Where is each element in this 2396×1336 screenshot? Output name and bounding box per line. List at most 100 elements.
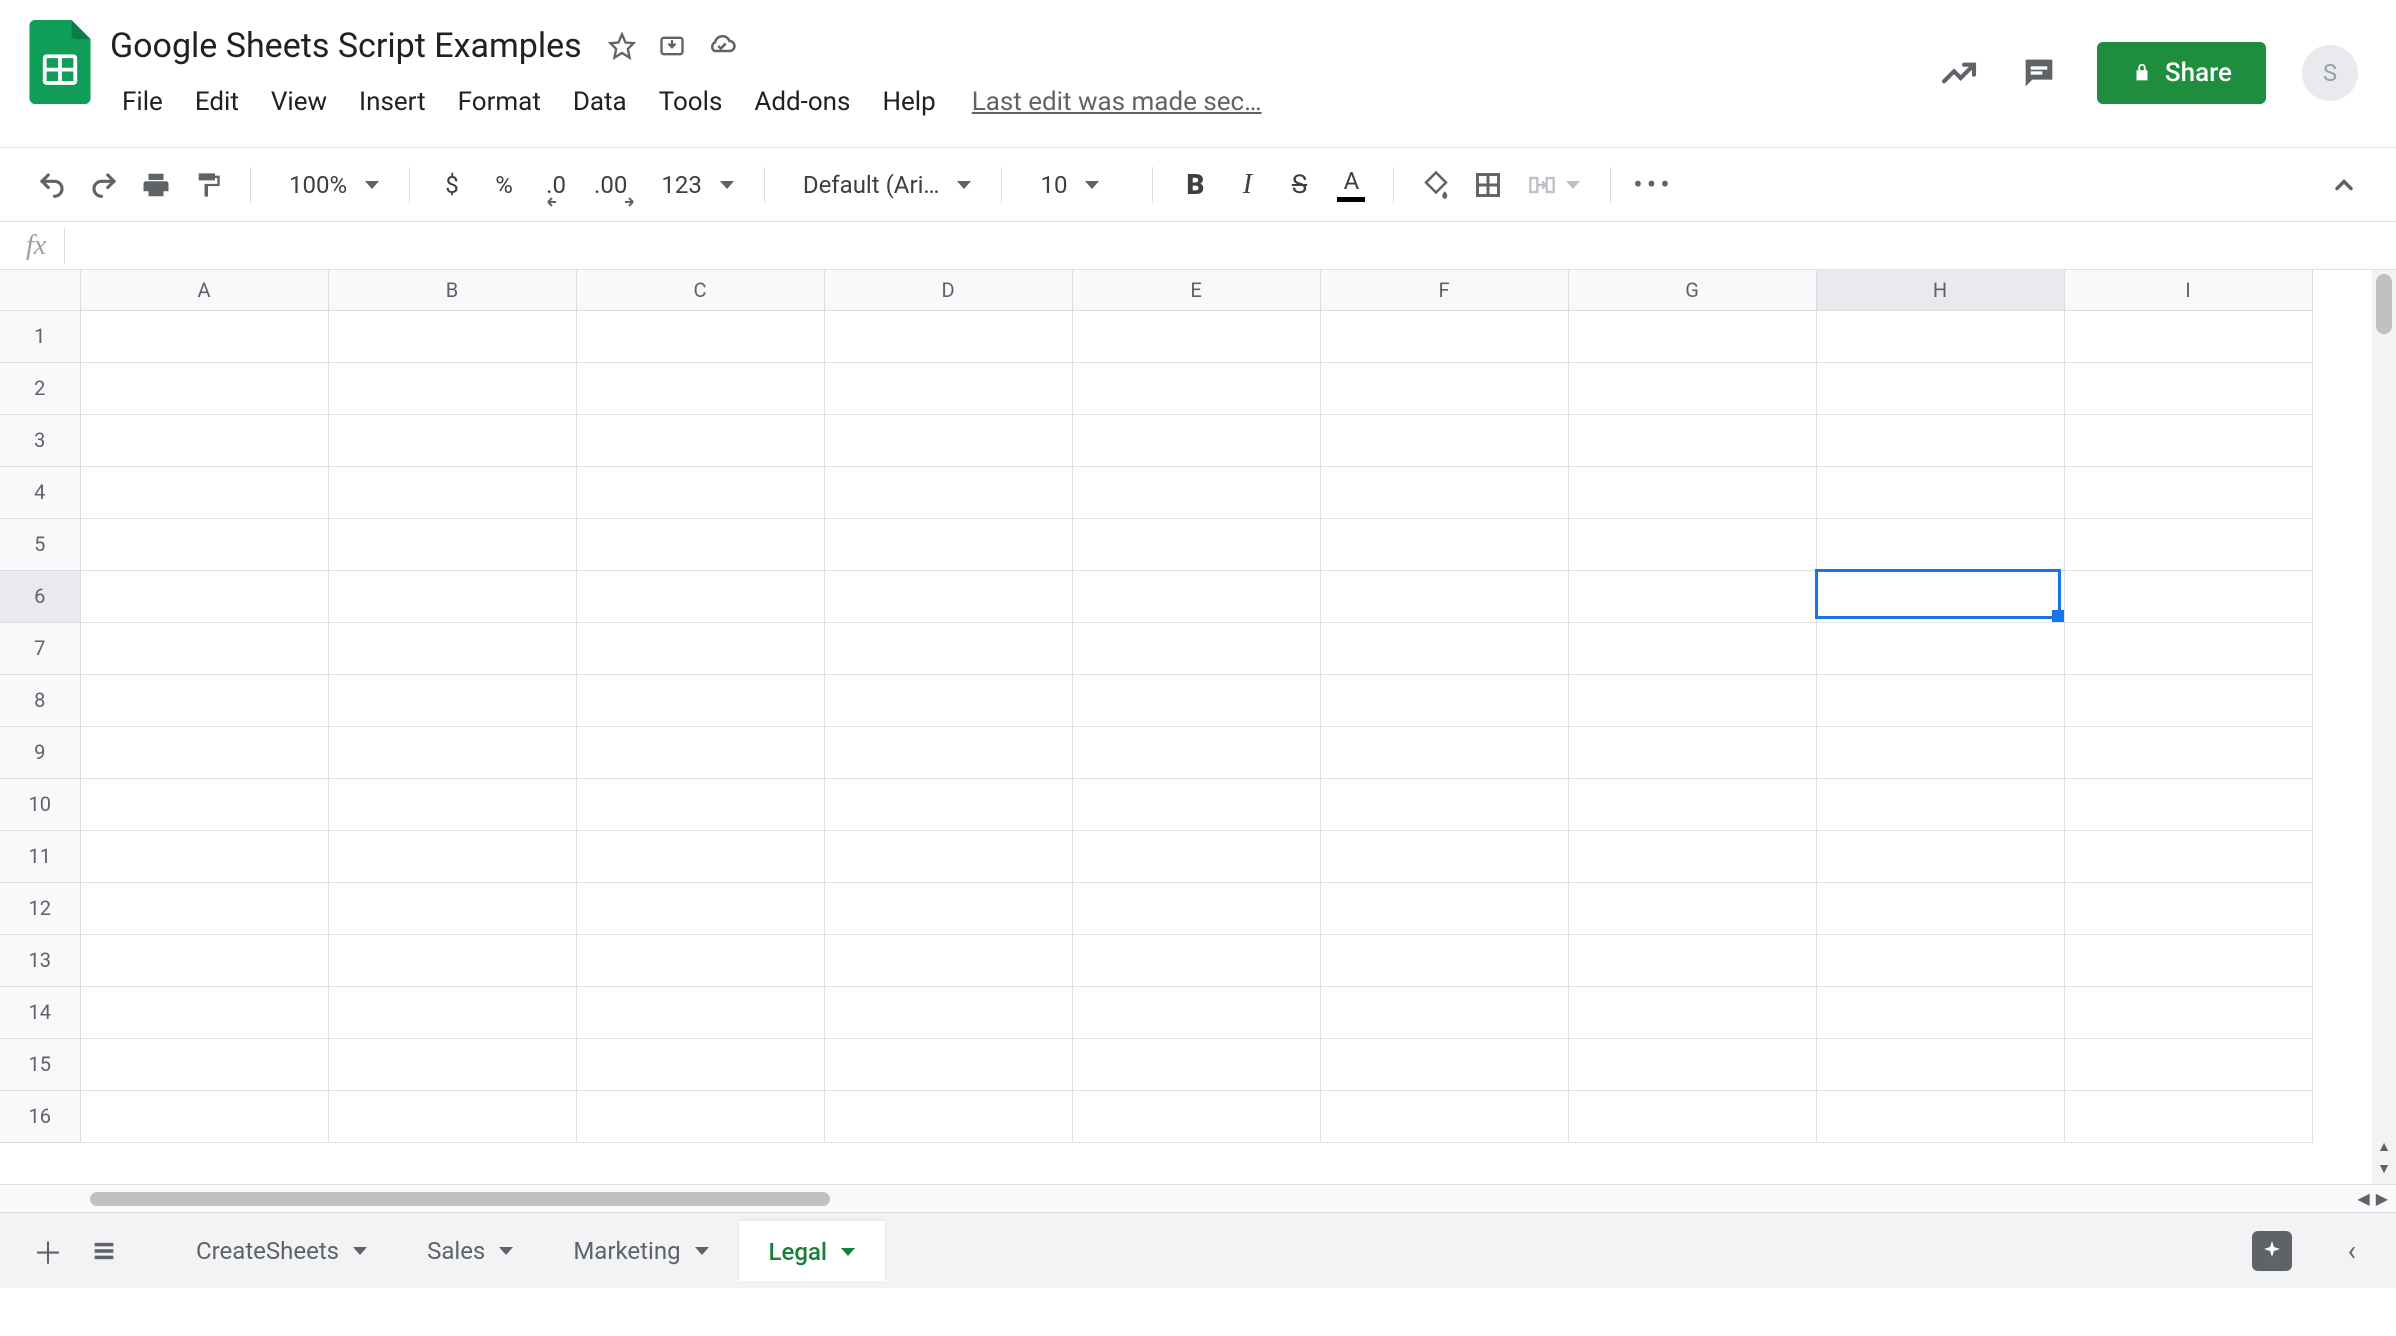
cell[interactable]	[328, 882, 576, 934]
cell[interactable]	[824, 934, 1072, 986]
font-size-dropdown[interactable]: 10	[1022, 171, 1132, 199]
cell[interactable]	[80, 414, 328, 466]
chevron-down-icon[interactable]	[841, 1248, 855, 1256]
cell[interactable]	[1568, 1038, 1816, 1090]
cell[interactable]	[1072, 830, 1320, 882]
cell[interactable]	[1816, 674, 2064, 726]
cell[interactable]	[576, 726, 824, 778]
row-header[interactable]: 6	[0, 570, 80, 622]
sheet-tab[interactable]: Marketing	[543, 1221, 738, 1281]
activity-icon[interactable]	[1937, 51, 1981, 95]
cell[interactable]	[1320, 1090, 1568, 1142]
account-avatar[interactable]: S	[2302, 45, 2358, 101]
cell[interactable]	[80, 882, 328, 934]
row-header[interactable]: 15	[0, 1038, 80, 1090]
collapse-toolbar-button[interactable]	[2322, 163, 2366, 207]
cell[interactable]	[576, 518, 824, 570]
cell[interactable]	[1072, 414, 1320, 466]
column-header[interactable]: E	[1072, 270, 1320, 310]
cell[interactable]	[1568, 1090, 1816, 1142]
cell[interactable]	[328, 466, 576, 518]
cell[interactable]	[1072, 1038, 1320, 1090]
column-header[interactable]: F	[1320, 270, 1568, 310]
cell[interactable]	[2064, 1090, 2312, 1142]
cell[interactable]	[1072, 986, 1320, 1038]
decrease-decimal-button[interactable]: .0	[534, 163, 578, 207]
sheet-tab[interactable]: Legal	[739, 1221, 885, 1281]
cell[interactable]	[576, 414, 824, 466]
cell[interactable]	[1816, 622, 2064, 674]
cell[interactable]	[328, 622, 576, 674]
cell[interactable]	[80, 362, 328, 414]
sheets-logo-icon[interactable]	[28, 20, 92, 104]
cell[interactable]	[824, 674, 1072, 726]
cell[interactable]	[1568, 674, 1816, 726]
cell[interactable]	[1568, 986, 1816, 1038]
sheet-tab[interactable]: Sales	[397, 1221, 543, 1281]
cell[interactable]	[1320, 622, 1568, 674]
cell[interactable]	[1816, 570, 2064, 622]
row-header[interactable]: 11	[0, 830, 80, 882]
horizontal-scrollbar[interactable]: ◀ ▶	[0, 1184, 2396, 1212]
cloud-check-icon[interactable]	[706, 30, 738, 62]
cell[interactable]	[576, 1038, 824, 1090]
cell[interactable]	[2064, 726, 2312, 778]
cell[interactable]	[824, 1038, 1072, 1090]
column-header[interactable]: I	[2064, 270, 2312, 310]
cell[interactable]	[328, 518, 576, 570]
column-header[interactable]: G	[1568, 270, 1816, 310]
cell[interactable]	[328, 674, 576, 726]
cell[interactable]	[824, 362, 1072, 414]
cell[interactable]	[1568, 882, 1816, 934]
cell[interactable]	[824, 778, 1072, 830]
undo-button[interactable]	[30, 163, 74, 207]
italic-button[interactable]: I	[1225, 163, 1269, 207]
strikethrough-button[interactable]: S	[1277, 163, 1321, 207]
cell[interactable]	[824, 310, 1072, 362]
menu-format[interactable]: Format	[442, 81, 557, 123]
cell[interactable]	[1568, 622, 1816, 674]
cell[interactable]	[576, 934, 824, 986]
add-sheet-button[interactable]: ＋	[24, 1227, 72, 1275]
cell[interactable]	[2064, 986, 2312, 1038]
spreadsheet-grid[interactable]: ABCDEFGHI12345678910111213141516	[0, 270, 2313, 1143]
cell[interactable]	[576, 778, 824, 830]
format-percent-button[interactable]: %	[482, 163, 526, 207]
cell[interactable]	[328, 726, 576, 778]
cell[interactable]	[80, 986, 328, 1038]
cell[interactable]	[80, 622, 328, 674]
chevron-down-icon[interactable]	[353, 1247, 367, 1255]
cell[interactable]	[80, 1038, 328, 1090]
cell[interactable]	[1568, 466, 1816, 518]
cell[interactable]	[80, 674, 328, 726]
cell[interactable]	[824, 882, 1072, 934]
row-header[interactable]: 12	[0, 882, 80, 934]
scroll-right-icon[interactable]: ▶	[2376, 1189, 2388, 1208]
cell[interactable]	[1816, 934, 2064, 986]
cell[interactable]	[1320, 934, 1568, 986]
horizontal-scrollbar-thumb[interactable]	[90, 1192, 830, 1206]
cell[interactable]	[1320, 518, 1568, 570]
cell[interactable]	[1072, 622, 1320, 674]
cell[interactable]	[1072, 362, 1320, 414]
last-edit-link[interactable]: Last edit was made sec…	[952, 87, 1262, 117]
cell[interactable]	[824, 570, 1072, 622]
row-header[interactable]: 7	[0, 622, 80, 674]
cell[interactable]	[1568, 570, 1816, 622]
cell[interactable]	[328, 778, 576, 830]
menu-data[interactable]: Data	[557, 81, 643, 123]
vertical-scrollbar[interactable]: ▲ ▼	[2372, 270, 2396, 1184]
cell[interactable]	[2064, 830, 2312, 882]
cell[interactable]	[824, 518, 1072, 570]
sheet-tab[interactable]: CreateSheets	[166, 1221, 397, 1281]
select-all-cell[interactable]	[0, 270, 80, 310]
cell[interactable]	[80, 570, 328, 622]
cell[interactable]	[2064, 362, 2312, 414]
cell[interactable]	[1320, 726, 1568, 778]
cell[interactable]	[1816, 1038, 2064, 1090]
vertical-scrollbar-thumb[interactable]	[2376, 274, 2392, 334]
cell[interactable]	[328, 934, 576, 986]
cell[interactable]	[1320, 362, 1568, 414]
row-header[interactable]: 5	[0, 518, 80, 570]
cell[interactable]	[2064, 310, 2312, 362]
